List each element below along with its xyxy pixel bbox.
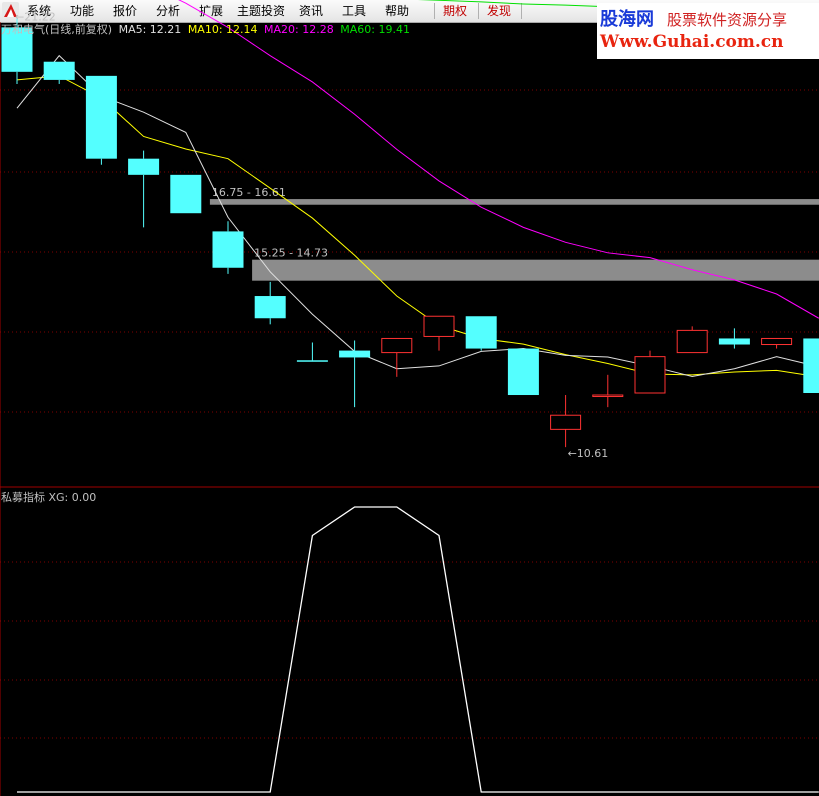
indicator-panel bbox=[17, 506, 819, 793]
candle bbox=[718, 328, 750, 349]
indicator-header: 私募指标 XG: 0.00 bbox=[1, 491, 97, 504]
price-annotation: ←21.22 bbox=[15, 10, 56, 23]
candle bbox=[339, 340, 371, 408]
candle bbox=[507, 348, 539, 396]
price-zone-band bbox=[252, 259, 819, 281]
candle bbox=[43, 61, 75, 84]
candle-body bbox=[676, 329, 708, 354]
candle bbox=[803, 338, 819, 393]
candle bbox=[381, 337, 413, 377]
candle bbox=[550, 395, 582, 448]
candle-body bbox=[718, 338, 750, 345]
stock-title: 万和电气(日线,前复权) bbox=[1, 23, 113, 36]
candle-body bbox=[465, 316, 497, 349]
candle bbox=[170, 174, 202, 214]
candle-body bbox=[296, 360, 328, 362]
candlesticks bbox=[1, 18, 819, 448]
chart-header: 万和电气(日线,前复权) MA5: 12.21 MA10: 12.14 MA20… bbox=[1, 23, 413, 37]
ma10-readout: MA10: 12.14 bbox=[187, 23, 258, 36]
candle bbox=[212, 221, 244, 274]
watermark-url: Www.Guhai.com.cn bbox=[600, 32, 784, 52]
ma20-readout: MA20: 12.28 bbox=[264, 23, 334, 36]
candle bbox=[634, 350, 666, 394]
candle-body bbox=[634, 356, 666, 394]
price-zone-label: 15.25 - 14.73 bbox=[254, 247, 328, 260]
candle-body bbox=[128, 158, 160, 175]
candle bbox=[423, 315, 455, 351]
candle bbox=[465, 316, 497, 351]
candle-body bbox=[43, 61, 75, 80]
stock-chart-area[interactable]: 16.75 - 16.61 15.25 - 14.73 ←21.22 ←10.61 bbox=[0, 0, 819, 796]
candle bbox=[761, 337, 793, 349]
grid-lines bbox=[0, 22, 819, 796]
price-zones: 16.75 - 16.61 15.25 - 14.73 bbox=[209, 186, 819, 281]
candle bbox=[254, 281, 286, 325]
candle-body bbox=[550, 414, 582, 430]
candle-body bbox=[212, 231, 244, 268]
candle bbox=[128, 150, 160, 228]
candle-body bbox=[423, 315, 455, 337]
watermark-logo: 股海网 股票软件资源分享 Www.Guhai.com.cn bbox=[597, 3, 819, 59]
price-zone-label: 16.75 - 16.61 bbox=[212, 186, 286, 199]
ma5-readout: MA5: 12.21 bbox=[118, 23, 182, 36]
candle-body bbox=[507, 348, 539, 396]
watermark-slogan: 股票软件资源分享 bbox=[667, 11, 788, 29]
candle-body bbox=[85, 75, 117, 159]
candle-body bbox=[803, 338, 819, 393]
price-annotation: ←10.61 bbox=[568, 447, 609, 460]
candle bbox=[592, 374, 624, 408]
candle bbox=[296, 342, 328, 362]
candle bbox=[85, 75, 117, 165]
candle-body bbox=[592, 394, 624, 398]
watermark-title: 股海网 bbox=[600, 9, 654, 30]
ma5-line bbox=[16, 54, 819, 377]
candle-body bbox=[761, 337, 793, 346]
candle-body bbox=[339, 350, 371, 358]
ma60-readout: MA60: 19.41 bbox=[340, 23, 410, 36]
candle-body bbox=[254, 296, 286, 319]
candle-body bbox=[381, 337, 413, 354]
candle-body bbox=[170, 174, 202, 214]
xg-indicator-line bbox=[17, 506, 819, 793]
price-zone-band bbox=[209, 199, 819, 205]
candle bbox=[676, 326, 708, 354]
